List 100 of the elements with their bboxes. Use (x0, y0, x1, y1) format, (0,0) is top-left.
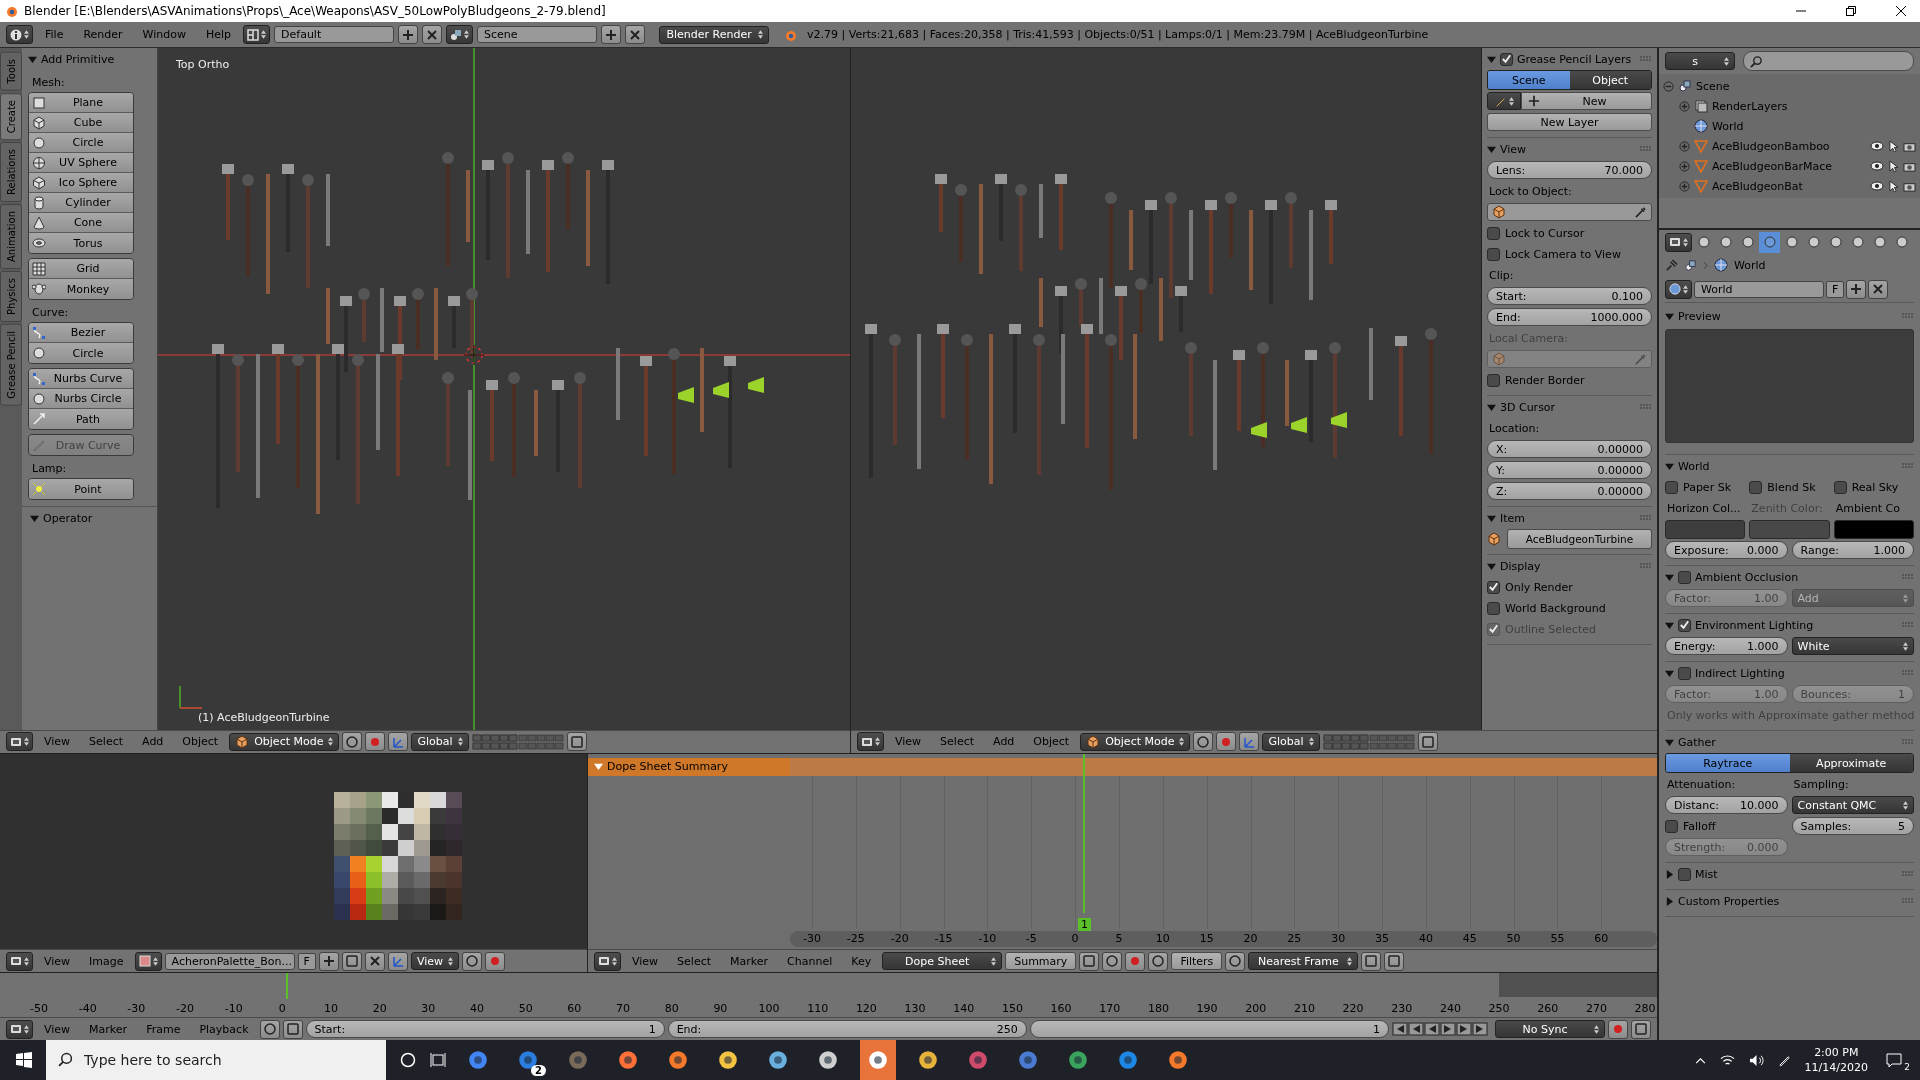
layout-name-field[interactable]: Default (274, 26, 395, 43)
fake-user-button[interactable]: F (1826, 280, 1845, 298)
add-primitive-button[interactable]: Cylinder (29, 193, 133, 213)
object-name-field[interactable]: AceBludgeonTurbine (1507, 529, 1652, 549)
current-frame-indicator[interactable]: 1 (1078, 918, 1091, 932)
add-primitive-button[interactable]: Path (29, 409, 133, 429)
image-name-field[interactable]: AcheronPalette_Bon... (164, 952, 295, 970)
number-field[interactable]: Energy: 1.000 (1665, 637, 1788, 655)
add-primitive-button[interactable]: Cone (29, 213, 133, 233)
panel-title[interactable]: World (1678, 459, 1898, 473)
number-field[interactable]: Z: 0.00000 (1487, 482, 1652, 500)
number-field[interactable]: Distanc: 10.000 (1665, 796, 1788, 814)
panel-title[interactable]: Grease Pencil Layers (1517, 52, 1636, 66)
render-engine-dropdown[interactable]: Blender Render (659, 25, 770, 44)
add-primitive-button[interactable]: Bezier (29, 323, 133, 343)
outliner-item[interactable]: World (1712, 119, 1916, 133)
menu-item[interactable]: Marker (722, 954, 777, 968)
panel-title[interactable]: Ambient Occlusion (1695, 570, 1898, 584)
panel-title[interactable]: Operator (43, 511, 157, 525)
panel-title[interactable]: Mist (1695, 867, 1898, 881)
start-frame-field[interactable]: Start: 1 (305, 1020, 665, 1038)
panel-title[interactable]: View (1500, 142, 1636, 156)
menu-item[interactable]: Select (932, 735, 983, 749)
new-button[interactable]: New (1521, 92, 1652, 110)
dropdown[interactable]: White (1791, 637, 1914, 655)
number-field[interactable]: Samples: 5 (1791, 817, 1914, 835)
side-tab[interactable]: Animation (0, 203, 22, 269)
world-name-field[interactable]: World (1694, 280, 1824, 298)
number-field[interactable]: X: 0.00000 (1487, 440, 1652, 458)
clock-time[interactable]: 2:00 PM (1814, 1045, 1859, 1060)
number-field[interactable]: End: 1000.000 (1487, 308, 1652, 326)
menu-item[interactable]: Add (985, 735, 1023, 749)
scene-name-field[interactable]: Scene (477, 26, 598, 43)
side-tab[interactable]: Physics (0, 270, 22, 322)
add-primitive-button[interactable]: Grid (29, 259, 133, 279)
taskbar-search-field[interactable]: Type here to search (46, 1040, 386, 1080)
clock-date[interactable]: 11/14/2020 (1804, 1060, 1868, 1075)
menu-item[interactable]: Select (669, 954, 720, 968)
add-primitive-button[interactable]: Torus (29, 233, 133, 253)
add-primitive-button[interactable]: Plane (29, 93, 133, 113)
toggle-button[interactable]: Approximate (1789, 754, 1913, 772)
toggle-button[interactable]: Raytrace (1666, 754, 1790, 772)
panel-title[interactable]: Preview (1678, 309, 1898, 323)
number-field[interactable]: Exposure: 0.000 (1665, 541, 1788, 559)
orientation-dropdown[interactable]: Global (1262, 732, 1320, 751)
menu-item[interactable]: Help (197, 28, 240, 41)
mode-dropdown[interactable]: Dope Sheet (882, 952, 1003, 971)
menu-item[interactable]: View (624, 954, 667, 968)
panel-title[interactable]: Item (1500, 511, 1636, 525)
toggle-button[interactable]: Object (1569, 71, 1651, 89)
panel-title[interactable]: Environment Lighting (1695, 618, 1898, 632)
add-primitive-button[interactable]: Ico Sphere (29, 173, 133, 193)
side-tab[interactable]: Relations (0, 141, 22, 202)
outliner-item[interactable]: Scene (1696, 79, 1916, 93)
panel-title[interactable]: Gather (1678, 735, 1898, 749)
menu-item[interactable]: View (36, 735, 79, 749)
side-tab[interactable]: Grease Pencil (0, 323, 22, 406)
number-field[interactable]: Y: 0.00000 (1487, 461, 1652, 479)
number-field[interactable]: Lens: 70.000 (1487, 161, 1652, 179)
add-primitive-button[interactable]: Monkey (29, 279, 133, 299)
end-frame-field[interactable]: End: 250 (667, 1020, 1027, 1038)
menu-item[interactable]: Image (81, 954, 132, 968)
menu-item[interactable]: Object (1025, 735, 1078, 749)
panel-title[interactable]: Add Primitive (41, 52, 151, 66)
sync-dropdown[interactable]: No Sync (1495, 1020, 1605, 1038)
menu-item[interactable]: Channel (779, 954, 841, 968)
menu-item[interactable]: Marker (81, 1022, 136, 1036)
summary-channel[interactable]: Dope Sheet Summary (588, 757, 790, 776)
side-tab[interactable]: Create (0, 92, 22, 140)
panel-title[interactable]: Custom Properties (1678, 894, 1898, 908)
menu-item[interactable]: Add (134, 735, 172, 749)
view-dropdown[interactable]: View (410, 952, 459, 971)
menu-item[interactable]: Window (134, 28, 194, 41)
menu-item[interactable]: Select (81, 735, 132, 749)
menu-item[interactable]: Frame (138, 1022, 189, 1036)
orientation-dropdown[interactable]: Global (411, 732, 469, 751)
outliner-item[interactable]: AceBludgeonBat (1712, 179, 1866, 193)
menu-item[interactable]: View (887, 735, 930, 749)
panel-title[interactable]: Display (1500, 559, 1636, 573)
side-tab[interactable]: Tools (0, 52, 22, 91)
add-primitive-button[interactable]: Point (29, 479, 133, 499)
fake-user-button[interactable]: F (297, 952, 316, 970)
channel-name[interactable]: Dope Sheet Summary (607, 760, 728, 774)
current-frame-field[interactable]: 1 (1029, 1020, 1389, 1038)
display-mode-dropdown[interactable]: s (1665, 52, 1735, 70)
toggle-button[interactable]: Scene (1488, 71, 1570, 89)
add-primitive-button[interactable]: Circle (29, 343, 133, 363)
add-primitive-button[interactable]: Cube (29, 113, 133, 133)
menu-item[interactable]: Render (75, 28, 131, 41)
menu-item[interactable]: View (36, 1022, 79, 1036)
menu-item[interactable]: Object (174, 735, 227, 749)
outliner-item[interactable]: AceBludgeonBarMace (1712, 159, 1866, 173)
mode-dropdown[interactable]: Object Mode (1080, 732, 1191, 751)
summary-toggle[interactable]: Summary (1005, 952, 1077, 971)
panel-title[interactable]: Indirect Lighting (1695, 666, 1898, 680)
outliner-item[interactable]: AceBludgeonBamboo (1712, 139, 1866, 153)
menu-item[interactable]: Key (843, 954, 880, 968)
add-primitive-button[interactable]: UV Sphere (29, 153, 133, 173)
mode-dropdown[interactable]: Object Mode (229, 732, 340, 751)
add-primitive-button[interactable]: Nurbs Curve (29, 369, 133, 389)
